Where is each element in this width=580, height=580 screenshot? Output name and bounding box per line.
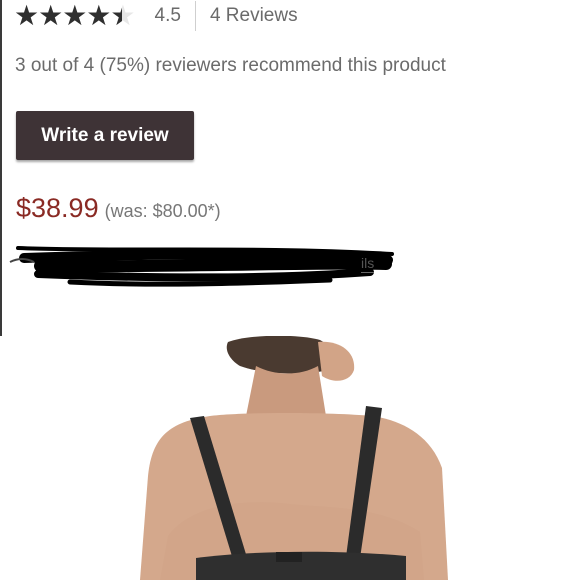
details-link[interactable]: ils [361,255,375,273]
star-rating: ★★★★★ ★★★★★ [14,2,136,30]
rating-row: ★★★★★ ★★★★★ 4.5 4 Reviews [14,0,298,32]
price-row: $38.99 (was: $80.00*) [16,193,221,224]
reviews-count-link[interactable]: 4 Reviews [210,5,298,27]
recommend-text: 3 out of 4 (75%) reviewers recommend thi… [15,55,446,76]
redacted-row [0,240,580,290]
rating-divider [194,1,196,31]
current-price: $38.99 [16,193,99,223]
original-price: (was: $80.00*) [104,201,221,221]
write-review-button[interactable]: Write a review [16,111,194,160]
star-icon-filled-row: ★★★★★ [14,2,122,30]
redaction-scribble [9,246,394,287]
product-image [0,336,580,580]
rating-value: 4.5 [154,5,181,26]
